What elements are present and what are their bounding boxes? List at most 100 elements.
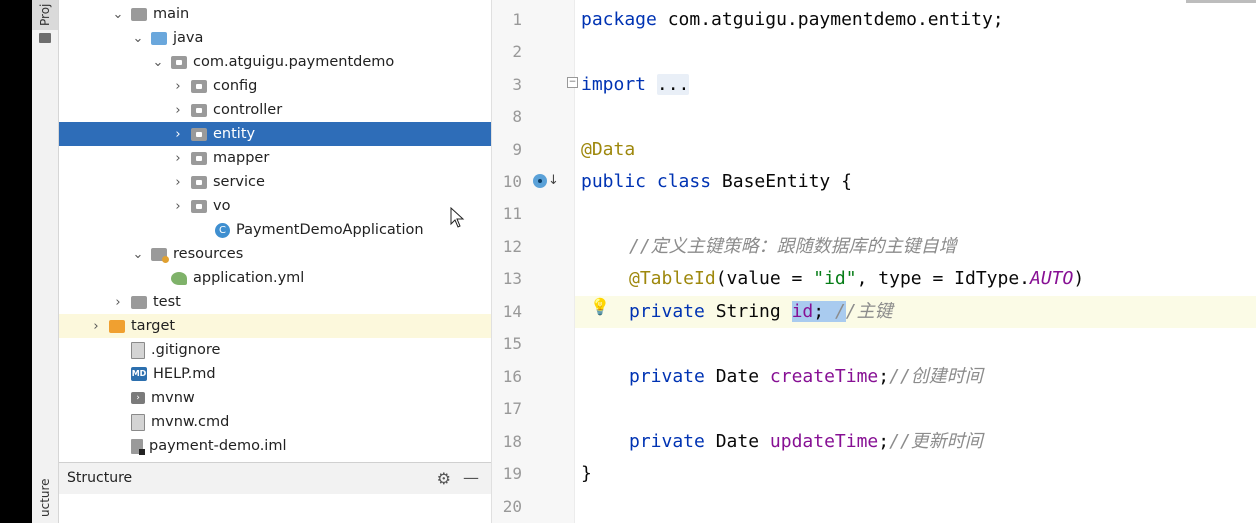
folded-imports[interactable]: ... bbox=[656, 74, 690, 95]
tree-item-test[interactable]: › test bbox=[59, 290, 491, 314]
left-tool-strip: Proj ucture bbox=[32, 0, 59, 523]
line-number: 17 bbox=[502, 399, 522, 418]
line-number: 14 bbox=[502, 302, 522, 321]
tree-item-mapper[interactable]: › mapper bbox=[59, 146, 491, 170]
structure-panel-body bbox=[59, 494, 491, 523]
code-text: } bbox=[581, 463, 592, 484]
structure-tool-tab[interactable]: ucture bbox=[32, 472, 58, 523]
annotation: @Data bbox=[581, 139, 636, 160]
gear-icon[interactable]: ⚙ bbox=[437, 469, 451, 488]
code-text: , type = IdType. bbox=[856, 268, 1030, 289]
code-line-12[interactable]: //定义主键策略：跟随数据库的主键自增 bbox=[629, 231, 957, 263]
res-icon bbox=[151, 247, 169, 263]
lightbulb-icon[interactable]: 💡 bbox=[590, 297, 610, 316]
string-literal: "id" bbox=[813, 268, 857, 289]
tree-item-payment-demo-iml[interactable]: payment-demo.iml bbox=[59, 434, 491, 458]
folder-gray-icon bbox=[131, 295, 147, 309]
tree-item-label: mapper bbox=[213, 150, 270, 166]
tree-item-resources[interactable]: ⌄ resources bbox=[59, 242, 491, 266]
project-tree-panel: ⌄ main ⌄ java ⌄ com.atguigu.paymentdemo › confi… bbox=[59, 0, 491, 462]
code-line-1[interactable]: package com.atguigu.paymentdemo.entity; bbox=[581, 4, 1004, 36]
code-text: Date bbox=[704, 431, 770, 452]
line-number: 1 bbox=[512, 10, 522, 29]
implementation-marker-icon[interactable] bbox=[533, 174, 547, 188]
comment: //定义主键策略：跟随数据库的主键自增 bbox=[629, 236, 957, 257]
code-line-10[interactable]: public class BaseEntity { bbox=[581, 166, 852, 198]
chevron-right-icon[interactable]: › bbox=[171, 151, 185, 166]
tree-item-controller[interactable]: › controller bbox=[59, 98, 491, 122]
code-text: ) bbox=[1073, 268, 1085, 289]
chevron-down-icon[interactable]: ⌄ bbox=[151, 55, 165, 70]
tree-item-application-yml[interactable]: application.yml bbox=[59, 266, 491, 290]
keyword: class bbox=[656, 171, 712, 192]
chevron-right-icon[interactable]: › bbox=[171, 199, 185, 214]
package-icon bbox=[191, 199, 207, 213]
package-icon bbox=[191, 175, 207, 189]
tree-item-service[interactable]: › service bbox=[59, 170, 491, 194]
tree-item-config[interactable]: › config bbox=[59, 74, 491, 98]
minimize-icon[interactable]: — bbox=[463, 468, 479, 487]
package-icon bbox=[191, 151, 207, 165]
annotation: @TableId bbox=[629, 268, 716, 289]
keyword: public bbox=[581, 171, 647, 192]
chevron-down-icon[interactable]: ⌄ bbox=[111, 7, 125, 22]
package-icon bbox=[191, 127, 207, 141]
line-number: 2 bbox=[512, 42, 522, 61]
code-editor[interactable]: 1 2 3 8 9 10 11 12 13 14 15 16 17 18 19 20 − ↓ 💡 packag… bbox=[491, 0, 1256, 523]
chevron-down-icon[interactable]: ⌄ bbox=[131, 247, 145, 262]
tree-item-gitignore[interactable]: .gitignore bbox=[59, 338, 491, 362]
tree-item-label: target bbox=[131, 318, 176, 334]
tree-item-mvnw[interactable]: › mvnw bbox=[59, 386, 491, 410]
tree-item-help-md[interactable]: MD HELP.md bbox=[59, 362, 491, 386]
tree-item-vo[interactable]: › vo bbox=[59, 194, 491, 218]
code-line-13[interactable]: @TableId(value = "id", type = IdType.AUT… bbox=[629, 263, 1084, 295]
comment: /主键 bbox=[845, 301, 893, 322]
field-name: updateTime bbox=[769, 431, 879, 452]
text-selection: id; / bbox=[791, 301, 846, 322]
code-line-19[interactable]: } bbox=[581, 458, 592, 490]
enum-constant: AUTO bbox=[1030, 268, 1074, 289]
chevron-right-icon[interactable]: › bbox=[111, 295, 125, 310]
tree-item-target[interactable]: › target bbox=[59, 314, 491, 338]
code-line-3[interactable]: import ... bbox=[581, 69, 690, 101]
code-text: ; bbox=[813, 301, 825, 322]
chevron-right-icon[interactable]: › bbox=[171, 79, 185, 94]
term-icon: › bbox=[131, 392, 145, 404]
project-tool-tab[interactable]: Proj bbox=[32, 0, 58, 30]
folder-icon[interactable] bbox=[39, 33, 51, 43]
tree-item-paymentdemoapplication[interactable]: C PaymentDemoApplication bbox=[59, 218, 491, 242]
chevron-right-icon[interactable]: › bbox=[89, 319, 103, 334]
tree-item-java[interactable]: ⌄ java bbox=[59, 26, 491, 50]
line-number: 13 bbox=[502, 269, 522, 288]
line-number: 20 bbox=[502, 497, 522, 516]
tree-item-main[interactable]: ⌄ main bbox=[59, 2, 491, 26]
line-number: 3 bbox=[512, 75, 522, 94]
folder-gray-icon bbox=[131, 7, 147, 21]
tree-item-mvnw-cmd[interactable]: mvnw.cmd bbox=[59, 410, 491, 434]
keyword: private bbox=[629, 366, 705, 387]
tree-item-label: entity bbox=[213, 126, 256, 142]
arrow-down-icon[interactable]: ↓ bbox=[548, 173, 559, 188]
line-number: 8 bbox=[512, 107, 522, 126]
chevron-right-icon[interactable]: › bbox=[171, 175, 185, 190]
line-number: 18 bbox=[502, 432, 522, 451]
code-line-14[interactable]: private String id; //主键 bbox=[629, 296, 893, 328]
chevron-right-icon[interactable]: › bbox=[171, 127, 185, 142]
tree-item-com-atguigu-paymentdemo[interactable]: ⌄ com.atguigu.paymentdemo bbox=[59, 50, 491, 74]
yml-icon bbox=[171, 271, 187, 285]
code-line-9[interactable]: @Data bbox=[581, 134, 635, 166]
tree-item-label: resources bbox=[173, 246, 244, 262]
tree-item-label: main bbox=[153, 6, 190, 22]
chevron-down-icon[interactable]: ⌄ bbox=[131, 31, 145, 46]
line-number: 11 bbox=[502, 204, 522, 223]
tree-item-entity[interactable]: › entity bbox=[59, 122, 491, 146]
fold-toggle-icon[interactable]: − bbox=[567, 77, 578, 88]
tree-item-label: controller bbox=[213, 102, 283, 118]
structure-title: Structure bbox=[67, 470, 133, 486]
chevron-right-icon[interactable]: › bbox=[171, 103, 185, 118]
code-line-16[interactable]: private Date createTime;//创建时间 bbox=[629, 361, 983, 393]
code-text: (value = bbox=[715, 268, 814, 289]
code-line-18[interactable]: private Date updateTime;//更新时间 bbox=[629, 426, 983, 458]
editor-scroll-marker bbox=[1186, 0, 1256, 3]
